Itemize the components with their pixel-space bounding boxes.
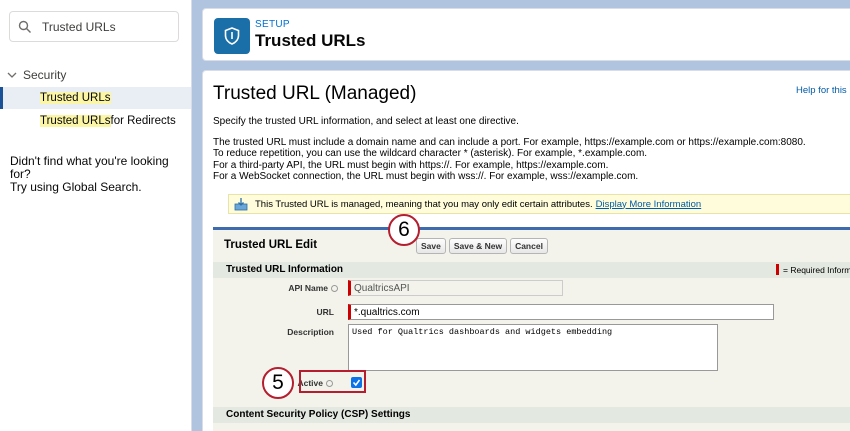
sidebar-item-trusted-urls[interactable]: Trusted URLs [0, 87, 191, 109]
checkmark-icon [352, 379, 361, 387]
save-new-button[interactable]: Save & New [448, 238, 508, 254]
quick-find-value: Trusted URLs [42, 19, 116, 34]
quick-find-input[interactable]: Trusted URLs [9, 11, 179, 42]
page-title: Trusted URL (Managed) [213, 83, 417, 104]
not-found-line: Didn't find what you're looking for? [10, 154, 169, 181]
tree-group-security[interactable]: Security [6, 68, 66, 82]
rule-line: The trusted URL must include a domain na… [213, 137, 806, 148]
api-name-label-text: API Name [288, 283, 328, 293]
active-checkbox[interactable] [351, 377, 362, 388]
required-legend-text: = Required Informa [783, 264, 850, 275]
header-setup-label: SETUP [255, 19, 290, 30]
shield-icon [214, 18, 250, 54]
search-icon [18, 20, 32, 34]
sidebar-item-trusted-urls-redirects[interactable]: Trusted URLs for Redirects [0, 110, 191, 132]
url-rules-text: The trusted URL must include a domain na… [213, 137, 850, 183]
section-header-csp: Content Security Policy (CSP) Settings [213, 407, 850, 423]
api-name-field: QualtricsAPI [348, 280, 563, 296]
page-header: SETUP Trusted URLs [202, 8, 850, 61]
rule-line: For a WebSocket connection, the URL must… [213, 171, 639, 183]
url-label: URL [224, 307, 334, 317]
edit-block-title: Trusted URL Edit [224, 239, 318, 251]
sidebar-item-label: for Redirects [110, 115, 176, 127]
save-button[interactable]: Save [416, 238, 446, 254]
intro-text: Specify the trusted URL information, and… [213, 116, 519, 127]
description-label: Description [224, 327, 334, 337]
tree-group-label: Security [23, 68, 67, 82]
help-link[interactable]: Help for this Pa [796, 85, 850, 96]
global-search-hint: Try using Global Search. [10, 180, 142, 194]
section-header-info: Trusted URL Information = Required Infor… [213, 262, 850, 278]
display-more-info-link[interactable]: Display More Information [596, 199, 702, 210]
chevron-down-icon [6, 69, 18, 81]
edit-toolbar: Save Save & New Cancel [416, 238, 548, 254]
setup-sidebar: Trusted URLs Security Trusted URLs Trust… [0, 0, 192, 431]
package-icon [234, 197, 248, 211]
sidebar-item-highlight: Trusted URLs [40, 115, 111, 127]
url-label-text: URL [316, 307, 334, 317]
trusted-url-edit-block: Trusted URL Edit Save Save & New Cancel … [213, 227, 850, 431]
required-marker [776, 264, 779, 275]
api-name-label: API Name [228, 283, 338, 293]
rule-line: For a third-party API, the URL must begi… [213, 159, 609, 171]
step-5-badge: 5 [262, 367, 294, 399]
main-content: Trusted URL (Managed) Help for this Pa S… [202, 70, 850, 431]
url-input[interactable]: *.qualtrics.com [348, 304, 774, 320]
step-6-badge: 6 [388, 214, 420, 246]
description-textarea[interactable]: Used for Qualtrics dashboards and widget… [348, 324, 718, 371]
not-found-message: Didn't find what you're looking for? Try… [10, 155, 191, 194]
description-label-text: Description [287, 327, 334, 337]
required-legend: = Required Informa [776, 264, 850, 275]
rule-line: To reduce repetition, you can use the wi… [213, 148, 648, 160]
section-title: Trusted URL Information [226, 264, 344, 275]
managed-info-text: This Trusted URL is managed, meaning tha… [255, 198, 593, 210]
header-title: Trusted URLs [255, 31, 366, 50]
managed-info-banner: This Trusted URL is managed, meaning tha… [228, 194, 850, 214]
info-icon[interactable] [331, 284, 338, 292]
section-title: Content Security Policy (CSP) Settings [226, 409, 411, 420]
sidebar-item-highlight: Trusted URLs [40, 92, 111, 104]
cancel-button[interactable]: Cancel [510, 238, 548, 254]
